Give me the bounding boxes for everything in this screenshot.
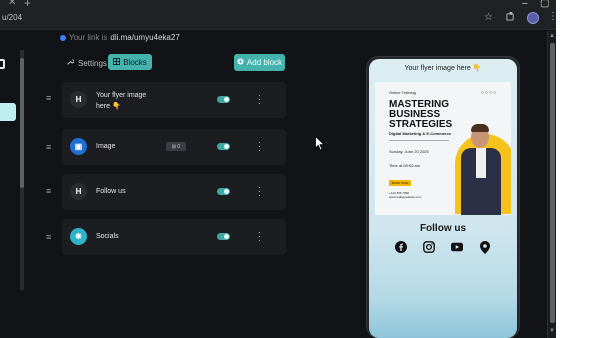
- block-menu-icon[interactable]: · · ·: [258, 183, 261, 200]
- visibility-toggle[interactable]: [217, 143, 230, 150]
- flyer-time: Time at 08:00 am: [389, 163, 420, 168]
- heading-icon: H: [70, 91, 87, 108]
- block-menu-icon[interactable]: · · ·: [258, 138, 261, 155]
- flyer-subhead: Digital Marketing & E-Commerce: [389, 131, 452, 136]
- globe-icon: [60, 34, 66, 41]
- mouse-cursor-icon: [315, 135, 325, 156]
- extensions-icon[interactable]: [506, 12, 515, 24]
- block-label: Image: [96, 143, 116, 150]
- address-text[interactable]: u/204: [2, 13, 22, 22]
- grid-icon: [113, 57, 121, 67]
- phone-preview-screen: Your flyer image here 👇 Online Training …: [369, 59, 517, 338]
- app-logo-icon: [0, 59, 5, 69]
- add-block-label: Add block: [246, 58, 283, 67]
- visibility-toggle[interactable]: [217, 96, 230, 103]
- flyer-date: Sunday, June 20 2025: [389, 149, 429, 154]
- sidebar-active-item[interactable]: [0, 103, 16, 121]
- scroll-up-icon[interactable]: ▲: [549, 33, 555, 39]
- wrench-icon: [66, 58, 75, 68]
- facebook-icon[interactable]: [395, 241, 407, 253]
- link-label: Your link is: [69, 33, 108, 42]
- profile-avatar[interactable]: [527, 12, 539, 24]
- page-scrollbar[interactable]: ▲ ▼: [547, 31, 556, 338]
- drag-handle-icon[interactable]: ≡: [46, 233, 54, 242]
- flyer-top-label: Online Training: [389, 90, 416, 95]
- tab-settings[interactable]: Settings: [66, 56, 107, 70]
- location-icon[interactable]: [479, 240, 491, 254]
- social-icons: [395, 240, 491, 254]
- share-link: Your link is dii.ma/umyu4eka27: [60, 33, 180, 42]
- instagram-icon[interactable]: [423, 241, 435, 253]
- flyer-divider: [389, 140, 449, 141]
- drag-handle-icon[interactable]: ≡: [46, 187, 54, 196]
- flyer-book-button: BOOK NOW: [389, 180, 411, 186]
- link-url[interactable]: dii.ma/umyu4eka27: [110, 33, 179, 42]
- sidebar-scrollbar[interactable]: [20, 50, 24, 290]
- scroll-down-icon[interactable]: ▼: [549, 328, 555, 334]
- star-icon[interactable]: ☆: [484, 12, 493, 23]
- flyer-dots: ○○○○: [480, 90, 497, 96]
- block-menu-icon[interactable]: · · ·: [258, 91, 261, 108]
- flyer-image[interactable]: Online Training ○○○○ MASTERING BUSINESS …: [375, 82, 511, 215]
- block-row[interactable]: H Follow us · · ·: [62, 174, 286, 210]
- block-label: Socials: [96, 233, 119, 240]
- flyer-contact: +123 456 7890 www.reallygreatsite.com: [389, 191, 422, 199]
- address-bar[interactable]: u/204 ☆: [0, 8, 600, 30]
- image-icon: ▣: [70, 138, 87, 155]
- follow-us-heading: Follow us: [419, 223, 467, 234]
- heading-icon: H: [70, 183, 87, 200]
- block-row[interactable]: ▣ Image ⊞ 0 · · ·: [62, 129, 286, 165]
- tab-settings-label: Settings: [78, 58, 107, 68]
- block-row[interactable]: H Your flyer image here 👇 · · ·: [62, 82, 286, 118]
- close-tab-icon[interactable]: ✕: [8, 0, 16, 8]
- flyer-headline: MASTERING BUSINESS STRATEGIES: [389, 99, 453, 130]
- block-label: Follow us: [96, 188, 126, 195]
- drag-handle-icon[interactable]: ≡: [46, 143, 54, 152]
- youtube-icon[interactable]: [451, 241, 463, 253]
- browser-tab-strip: ✕ + – ▢ ✕: [0, 0, 600, 10]
- socials-icon: ❋: [70, 228, 87, 245]
- visibility-toggle[interactable]: [217, 188, 230, 195]
- plus-circle-icon: [237, 58, 244, 67]
- tab-blocks[interactable]: Blocks: [108, 54, 152, 70]
- image-count-badge: ⊞ 0: [166, 142, 186, 151]
- drag-handle-icon[interactable]: ≡: [46, 94, 54, 103]
- block-menu-icon[interactable]: · · ·: [258, 228, 261, 245]
- block-row[interactable]: ❋ Socials · · ·: [62, 219, 286, 255]
- preview-title: Your flyer image here 👇: [404, 65, 482, 72]
- add-block-button[interactable]: Add block: [234, 54, 285, 71]
- tab-blocks-label: Blocks: [123, 57, 147, 67]
- visibility-toggle[interactable]: [217, 233, 230, 240]
- outer-background: [556, 0, 600, 338]
- block-label: Your flyer image here 👇: [96, 92, 147, 110]
